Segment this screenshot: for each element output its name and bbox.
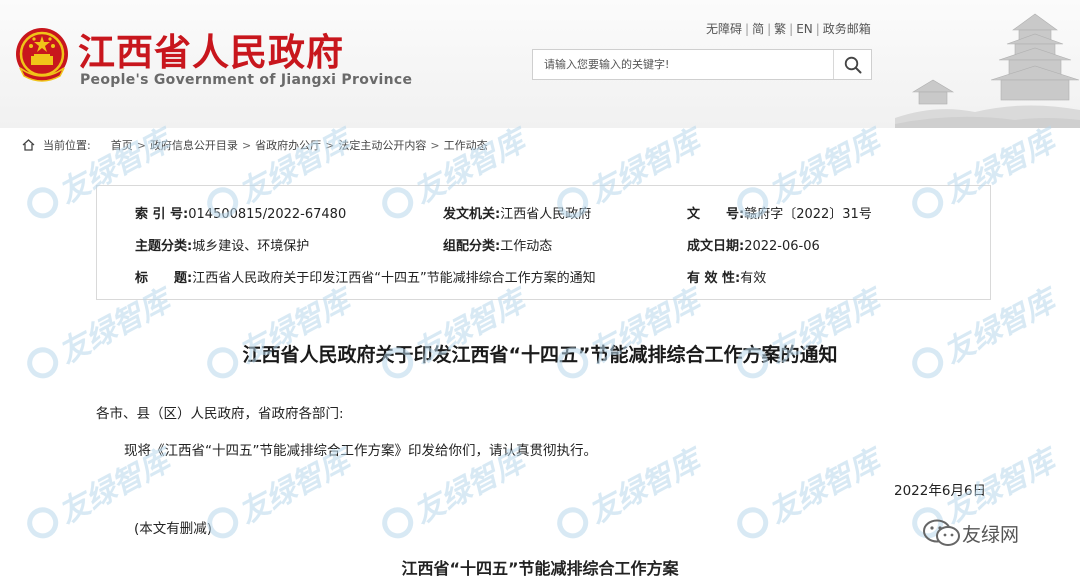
wechat-watermark: 友绿网: [922, 518, 1019, 548]
watermark-logo-icon: [27, 187, 59, 219]
english-link[interactable]: EN: [796, 22, 813, 36]
pavilion-illustration: [895, 13, 1080, 128]
meta-index-number: 索 引 号:014500815/2022-67480: [135, 207, 347, 222]
home-icon: [22, 139, 35, 151]
breadcrumb-public-content[interactable]: 法定主动公开内容: [338, 137, 426, 153]
meta-genre: 组配分类:工作动态: [443, 239, 553, 254]
document-date: 2022年6月6日: [894, 483, 987, 499]
breadcrumb-general-office[interactable]: 省政府办公厅: [255, 137, 321, 153]
watermark-text: 友绿智库: [583, 442, 710, 532]
document-note: (本文有删减): [134, 521, 213, 537]
chevron-right-icon: >: [241, 138, 252, 152]
document-metadata-table: 索 引 号:014500815/2022-67480 发文机关:江西省人民政府 …: [96, 185, 991, 300]
meta-document-number: 文 号:赣府字〔2022〕31号: [687, 207, 872, 222]
wechat-account-name: 友绿网: [962, 523, 1020, 546]
watermark-tile: 友绿智库: [737, 442, 890, 539]
breadcrumb-work-news[interactable]: 工作动态: [444, 137, 488, 153]
meta-validity: 有 效 性:有效: [687, 271, 767, 286]
watermark-logo-icon: [557, 507, 589, 539]
traditional-chinese-link[interactable]: 繁: [774, 22, 786, 36]
chevron-right-icon: >: [430, 138, 440, 152]
gov-email-link[interactable]: 政务邮箱: [823, 22, 871, 36]
search-box: [532, 49, 872, 80]
national-emblem-icon: [16, 28, 68, 82]
wechat-icon: [923, 519, 960, 546]
site-title: 江西省人民政府: [78, 31, 344, 74]
watermark-logo-icon: [737, 507, 769, 539]
accessibility-link[interactable]: 无障碍: [706, 22, 742, 36]
breadcrumb-home[interactable]: 首页: [111, 137, 133, 153]
meta-title: 标 题:江西省人民政府关于印发江西省“十四五”节能减排综合工作方案的通知: [135, 271, 596, 286]
search-input[interactable]: [533, 50, 835, 79]
site-subtitle: People's Government of Jiangxi Province: [80, 72, 413, 88]
breadcrumb-label: 当前位置:: [43, 139, 91, 152]
meta-date: 成文日期:2022-06-06: [687, 239, 820, 254]
watermark-logo-icon: [27, 507, 59, 539]
chevron-right-icon: >: [136, 138, 146, 152]
document-salutation: 各市、县（区）人民政府，省政府各部门:: [96, 406, 344, 422]
top-links: 无障碍 | 简 | 繁 | EN | 政务邮箱: [706, 22, 871, 36]
watermark-logo-icon: [382, 507, 414, 539]
meta-issuer: 发文机关:江西省人民政府: [443, 207, 592, 222]
watermark-text: 友绿智库: [763, 442, 890, 532]
breadcrumb: 当前位置: 首页 > 政府信息公开目录 > 省政府办公厅 > 法定主动公开内容 …: [22, 137, 488, 153]
document-title: 江西省人民政府关于印发江西省“十四五”节能减排综合工作方案的通知: [242, 344, 838, 366]
document-body-paragraph: 现将《江西省“十四五”节能减排综合工作方案》印发给你们，请认真贯彻执行。: [124, 443, 597, 459]
search-button[interactable]: [833, 50, 871, 79]
chevron-right-icon: >: [325, 138, 335, 152]
meta-topic: 主题分类:城乡建设、环境保护: [135, 239, 310, 254]
search-icon: [844, 56, 861, 73]
document-subtitle: 江西省“十四五”节能减排综合工作方案: [401, 559, 679, 578]
breadcrumb-gov-info[interactable]: 政府信息公开目录: [150, 137, 238, 153]
site-header: 江西省人民政府 People's Government of Jiangxi P…: [0, 0, 1080, 128]
simplified-chinese-link[interactable]: 简: [752, 22, 764, 36]
